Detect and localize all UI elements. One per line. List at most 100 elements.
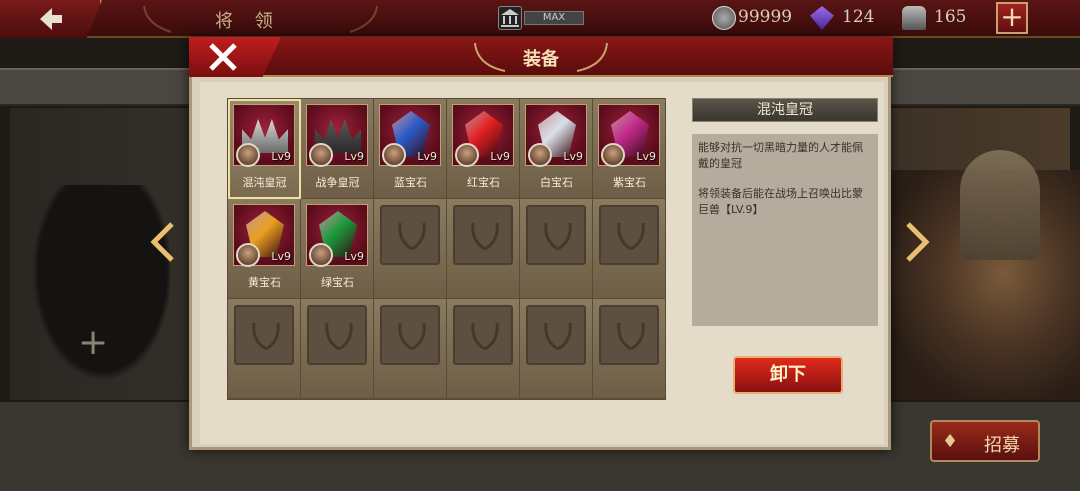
empty-equipment-slot[interactable] (374, 299, 447, 399)
helmet-icon (902, 6, 926, 30)
max-bar: MAX (524, 11, 584, 25)
item-icon-frame: Lv9 (379, 104, 441, 167)
recruit-label: 招募 (984, 435, 1020, 456)
prev-arrow-icon[interactable] (150, 222, 176, 262)
laurel-icon (325, 322, 353, 351)
item-level: Lv9 (344, 150, 364, 163)
laurel-icon (617, 322, 645, 351)
modal-title: 装备 (523, 49, 559, 70)
equipment-slot[interactable]: Lv9 紫宝石 (593, 99, 666, 199)
laurel-left-icon (143, 5, 172, 33)
owner-avatar (528, 143, 552, 167)
recruit-button[interactable]: ♦ 招募 (930, 420, 1040, 462)
item-icon-frame: Lv9 (452, 104, 514, 167)
laurel-icon (544, 322, 572, 351)
empty-slot-frame (526, 305, 586, 365)
empty-equipment-slot[interactable] (374, 199, 447, 299)
add-general-plus[interactable]: + (78, 322, 108, 363)
item-level: Lv9 (271, 250, 291, 263)
detail-box: 能够对抗一切黑暗力量的人才能佩戴的皇冠 将领装备后能在战场上召唤出比蒙巨兽【LV… (692, 134, 878, 326)
empty-slot-frame (599, 205, 659, 265)
item-level: Lv9 (417, 150, 437, 163)
empty-slot-frame (453, 305, 513, 365)
item-name: 白宝石 (540, 176, 573, 189)
item-icon-frame: Lv9 (233, 104, 295, 167)
owner-avatar (309, 143, 333, 167)
item-icon-frame: Lv9 (306, 204, 368, 267)
empty-slot-frame (380, 305, 440, 365)
item-level: Lv9 (563, 150, 583, 163)
detail-description: 能够对抗一切黑暗力量的人才能佩戴的皇冠 (698, 141, 863, 170)
unequip-button[interactable]: 卸下 (733, 356, 843, 394)
laurel-icon (398, 322, 426, 351)
empty-equipment-slot[interactable] (447, 299, 520, 399)
empty-equipment-slot[interactable] (301, 299, 374, 399)
helmet-icon: ♦ (942, 431, 959, 452)
laurel-icon (471, 222, 499, 251)
empty-equipment-slot[interactable] (520, 199, 593, 299)
laurel-icon (544, 222, 572, 251)
add-resource-button[interactable]: + (996, 2, 1028, 34)
back-button[interactable] (0, 0, 102, 38)
empty-slot-frame (526, 205, 586, 265)
temple-icon (498, 6, 522, 30)
owner-avatar (601, 143, 625, 167)
item-level: Lv9 (344, 250, 364, 263)
page-title: 将 领 (215, 11, 281, 32)
modal-header: 装备 (189, 37, 893, 77)
equipment-slot[interactable]: Lv9 黄宝石 (228, 199, 301, 299)
coin-icon (712, 6, 736, 30)
empty-slot-frame (307, 305, 367, 365)
equipment-slot[interactable]: Lv9 混沌皇冠 (228, 99, 301, 199)
item-icon-frame: Lv9 (306, 104, 368, 167)
item-name: 紫宝石 (613, 176, 646, 189)
empty-equipment-slot[interactable] (228, 299, 301, 399)
equipment-slot[interactable]: Lv9 白宝石 (520, 99, 593, 199)
item-name: 混沌皇冠 (242, 176, 287, 189)
empty-equipment-slot[interactable] (593, 299, 666, 399)
empty-slot-frame (380, 205, 440, 265)
owner-avatar (382, 143, 406, 167)
general-helmet (960, 150, 1040, 260)
item-icon-frame: Lv9 (598, 104, 660, 167)
locked-general-silhouette[interactable] (20, 185, 170, 400)
empty-equipment-slot[interactable] (520, 299, 593, 399)
detail-effect: 将领装备后能在战场上召唤出比蒙巨兽【LV.9】 (698, 187, 863, 216)
item-name: 蓝宝石 (394, 176, 427, 189)
item-name: 红宝石 (467, 176, 500, 189)
laurel-icon (398, 222, 426, 251)
next-arrow-icon[interactable] (904, 222, 930, 262)
item-level: Lv9 (490, 150, 510, 163)
close-icon (209, 43, 237, 71)
purple-gem-icon (810, 6, 834, 30)
detail-title: 混沌皇冠 (692, 98, 878, 122)
laurel-icon (252, 322, 280, 351)
item-level: Lv9 (636, 150, 656, 163)
equipment-grid: Lv9 混沌皇冠 Lv9 战争皇冠 Lv9 蓝宝石 Lv9 红宝石 Lv9 白宝石 Lv9 紫宝石 Lv… (227, 98, 666, 400)
item-name: 战争皇冠 (315, 176, 360, 189)
laurel-icon (471, 322, 499, 351)
equipment-slot[interactable]: Lv9 蓝宝石 (374, 99, 447, 199)
laurel-right-icon (576, 42, 608, 72)
owner-avatar (236, 243, 260, 267)
equipment-slot[interactable]: Lv9 绿宝石 (301, 199, 374, 299)
equipment-slot[interactable]: Lv9 红宝石 (447, 99, 520, 199)
top-bar: 将 领 MAX 99999 124 165 + (0, 0, 1080, 38)
equipment-slot[interactable]: Lv9 战争皇冠 (301, 99, 374, 199)
equipment-modal: 装备 Lv9 混沌皇冠 Lv9 战争皇冠 Lv9 蓝宝石 Lv9 红宝石 Lv9 白宝石 Lv9 紫宝… (189, 37, 893, 450)
laurel-icon (617, 222, 645, 251)
gem-value: 124 (842, 7, 875, 27)
owner-avatar (455, 143, 479, 167)
owner-avatar (236, 143, 260, 167)
item-name: 黄宝石 (248, 276, 281, 289)
owner-avatar (309, 243, 333, 267)
empty-equipment-slot[interactable] (447, 199, 520, 299)
empty-slot-frame (599, 305, 659, 365)
laurel-right-icon (349, 5, 378, 33)
item-name: 绿宝石 (321, 276, 354, 289)
item-icon-frame: Lv9 (233, 204, 295, 267)
back-arrow-icon (40, 8, 62, 30)
coin-value: 99999 (738, 7, 793, 27)
empty-equipment-slot[interactable] (593, 199, 666, 299)
helmet-value: 165 (934, 7, 967, 27)
